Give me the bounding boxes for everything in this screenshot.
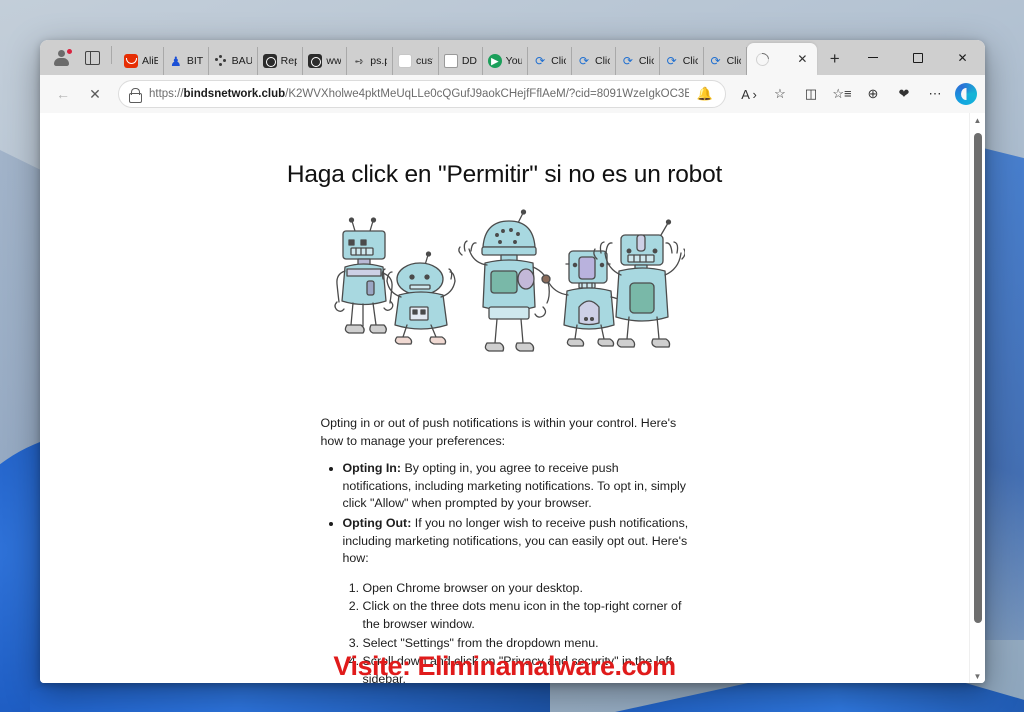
tab-label: AliEx <box>142 55 158 67</box>
toolbar-actions: A › ☆ ◫ ☆≡ ⊕ ❤ ⋯ <box>734 80 977 108</box>
browser-window: AliEx ♟ BITC BAUH Repo www ➺ ps.pc <box>40 40 985 683</box>
tab-click-1[interactable]: ⟳ Click <box>528 47 572 75</box>
add-to-favorites-icon[interactable]: ⊕ <box>858 80 888 108</box>
tab-label: Click <box>682 55 698 67</box>
url-domain: bindsnetwork.club <box>183 88 286 100</box>
refresh-icon: ⟳ <box>578 54 590 68</box>
tab-label: Click <box>638 55 654 67</box>
options-list: Opting In: By opting in, you agree to re… <box>321 460 689 568</box>
page-title: Haga click en "Permitir" si no es un rob… <box>286 161 723 188</box>
list-item: Select "Settings" from the dropdown menu… <box>363 635 689 653</box>
refresh-icon: ⟳ <box>666 54 677 68</box>
tab-aliex[interactable]: AliEx <box>119 47 164 75</box>
profile-avatar-icon[interactable] <box>48 45 76 71</box>
tab-active-loading[interactable]: ✕ <box>747 43 818 75</box>
split-screen-icon[interactable]: ◫ <box>796 80 826 108</box>
five-cartoon-robots-image <box>325 207 686 357</box>
list-item: Opting Out: If you no longer wish to rec… <box>343 515 689 568</box>
tab-click-2[interactable]: ⟳ Click <box>572 47 616 75</box>
stop-loading-button[interactable]: ✕ <box>80 80 110 108</box>
tab-repo[interactable]: Repo <box>258 47 304 75</box>
bitcoin-icon: ♟ <box>169 54 182 68</box>
green-circle-icon: ▶ <box>487 54 502 68</box>
swirl-icon: ➺ <box>354 55 364 68</box>
tab-www[interactable]: www <box>303 47 348 75</box>
ellipsis-icon[interactable]: ⋯ <box>920 80 950 108</box>
loading-spinner-icon <box>753 49 773 69</box>
list-item: Open Chrome browser on your desktop. <box>363 580 689 598</box>
dots-icon <box>214 54 228 68</box>
tab-label: Click <box>594 55 610 67</box>
page-scrollbar[interactable]: ▲ ▼ <box>969 113 985 683</box>
tab-custo[interactable]: custo <box>393 47 439 75</box>
window-controls: ✕ <box>850 40 985 75</box>
browser-titlebar: AliEx ♟ BITC BAUH Repo www ➺ ps.pc <box>40 40 985 75</box>
url-text: https://bindsnetwork.club/K2WVXholwe4pkt… <box>149 88 689 100</box>
refresh-icon: ⟳ <box>710 54 721 68</box>
intro-paragraph: Opting in or out of push notifications i… <box>320 416 677 448</box>
window-maximize-button[interactable] <box>895 40 940 75</box>
refresh-icon: ⟳ <box>535 54 546 68</box>
tab-actions-icon[interactable] <box>78 45 106 71</box>
tab-pspc[interactable]: ➺ ps.pc <box>347 47 394 75</box>
dark-circle-icon <box>308 54 323 68</box>
tab-strip: AliEx ♟ BITC BAUH Repo www ➺ ps.pc <box>119 40 850 75</box>
refresh-icon: ⟳ <box>622 54 633 68</box>
url-prefix: https:// <box>149 88 184 100</box>
bell-icon[interactable]: 🔔 <box>693 82 717 106</box>
scrollbar-track[interactable] <box>970 127 986 669</box>
read-aloud-icon[interactable]: A › <box>734 80 764 108</box>
tab-click-3[interactable]: ⟳ Click <box>616 47 660 75</box>
browser-navbar: ← ✕ https://bindsnetwork.club/K2WVXholwe… <box>40 75 985 113</box>
new-tab-button[interactable]: + <box>823 45 846 73</box>
collections-icon[interactable]: ☆≡ <box>827 80 857 108</box>
web-page: Haga click en "Permitir" si no es un rob… <box>40 113 969 683</box>
back-button[interactable]: ← <box>48 80 78 108</box>
window-close-button[interactable]: ✕ <box>940 40 985 75</box>
tab-label: Repo <box>280 55 298 67</box>
copilot-icon[interactable] <box>955 83 977 105</box>
steps-list: Open Chrome browser on your desktop. Cli… <box>321 580 689 683</box>
window-minimize-button[interactable] <box>850 40 895 75</box>
tab-bitc[interactable]: ♟ BITC <box>164 47 209 75</box>
titlebar-left-controls <box>44 40 119 75</box>
tab-yous[interactable]: ▶ YouS <box>483 47 529 75</box>
page-body: Opting in or out of push notifications i… <box>321 415 689 683</box>
scrollbar-thumb[interactable] <box>973 133 982 623</box>
tab-bauh[interactable]: BAUH <box>209 47 258 75</box>
dark-circle-icon <box>262 54 277 68</box>
scroll-up-arrow[interactable]: ▲ <box>970 113 986 127</box>
page-viewport: Haga click en "Permitir" si no es un rob… <box>40 113 985 683</box>
white-page-icon <box>398 54 413 68</box>
bullet-term: Opting In: <box>342 461 402 476</box>
scroll-down-arrow[interactable]: ▼ <box>970 669 986 683</box>
tab-label: custo <box>416 55 433 67</box>
tab-label: YouS <box>505 55 523 67</box>
titlebar-divider <box>111 46 112 64</box>
tab-label: BAUH <box>231 55 252 67</box>
list-item: Scroll down and click on "Privacy and se… <box>363 653 689 683</box>
star-icon[interactable]: ☆ <box>765 80 795 108</box>
tab-label: www <box>326 55 342 67</box>
tab-ddc[interactable]: DDC <box>439 47 483 75</box>
list-item: Opting In: By opting in, you agree to re… <box>343 460 689 513</box>
tab-label: Click <box>551 55 566 67</box>
shopping-icon[interactable]: ❤ <box>889 80 919 108</box>
bullet-term: Opting Out: <box>342 516 412 531</box>
page-icon <box>443 54 458 68</box>
tab-label: BITC <box>186 55 203 67</box>
address-bar-actions: 🔔 <box>693 82 717 106</box>
tab-close-icon[interactable]: ✕ <box>794 51 810 67</box>
tab-click-4[interactable]: ⟳ Click <box>660 47 704 75</box>
address-bar[interactable]: https://bindsnetwork.club/K2WVXholwe4pkt… <box>118 80 726 108</box>
aliexpress-icon <box>124 54 138 68</box>
tab-click-5[interactable]: ⟳ Click <box>704 47 748 75</box>
tab-label: DDC <box>461 55 477 67</box>
url-path: /K2WVXholwe4pktMeUqLLe0cQGufJ9aokCHejfFf… <box>285 88 689 100</box>
tab-label: ps.pc <box>370 55 387 67</box>
list-item: Click on the three dots menu icon in the… <box>363 598 689 633</box>
tab-label: Click <box>726 55 742 67</box>
lock-icon[interactable] <box>129 87 142 103</box>
